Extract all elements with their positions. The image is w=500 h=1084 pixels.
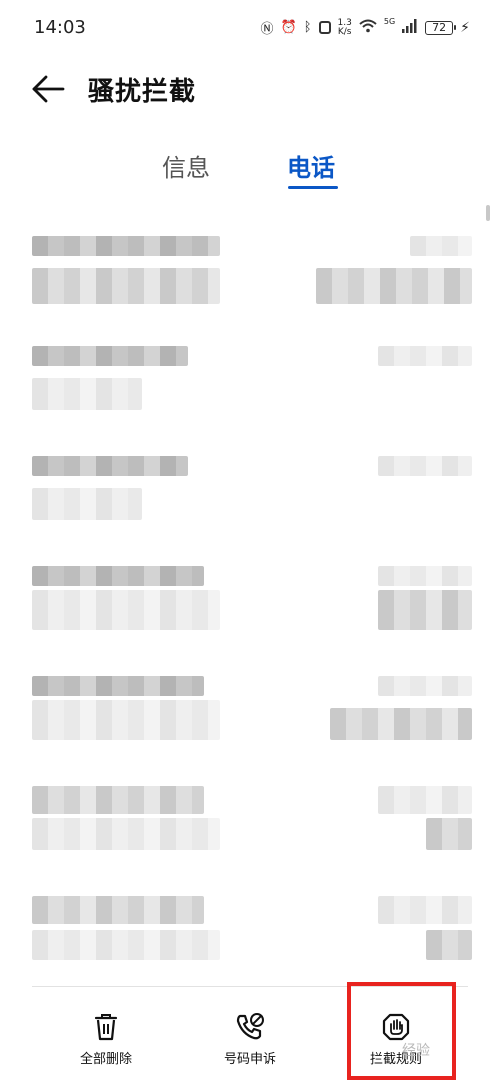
network-speed: 1.3 K/s bbox=[337, 18, 352, 37]
highlight-annotation bbox=[347, 982, 456, 1080]
status-icons: Ⓝ ⏰ ᛒ 1.3 K/s 5G 72 ⚡ bbox=[260, 17, 470, 37]
trash-icon bbox=[46, 1012, 166, 1042]
blurred-time bbox=[410, 236, 472, 256]
call-list-item[interactable] bbox=[0, 230, 500, 340]
tab-calls[interactable]: 电话 bbox=[287, 148, 335, 183]
call-list-item[interactable] bbox=[0, 670, 500, 780]
charging-icon: ⚡ bbox=[460, 19, 470, 36]
alarm-icon: ⏰ bbox=[280, 20, 297, 35]
status-time: 14:03 bbox=[34, 17, 86, 38]
wifi-icon bbox=[359, 19, 377, 37]
call-list-item[interactable] bbox=[0, 560, 500, 670]
blurred-detail bbox=[32, 488, 142, 520]
blurred-detail-right bbox=[378, 590, 472, 630]
blurred-detail-right bbox=[426, 930, 472, 960]
blurred-caller bbox=[32, 896, 204, 924]
blurred-time bbox=[378, 896, 472, 924]
blocked-call-list bbox=[0, 205, 500, 990]
watermark: 经验 bbox=[402, 1043, 430, 1059]
blurred-detail bbox=[32, 700, 220, 740]
blurred-time bbox=[378, 676, 472, 696]
number-appeal-label: 号码申诉 bbox=[223, 1052, 276, 1067]
blurred-caller bbox=[32, 786, 204, 814]
blurred-detail-right bbox=[316, 268, 472, 304]
delete-all-label: 全部删除 bbox=[79, 1052, 132, 1067]
blurred-time bbox=[378, 346, 472, 366]
blurred-time bbox=[378, 456, 472, 476]
blurred-detail bbox=[32, 378, 142, 410]
bluetooth-icon: ᛒ bbox=[303, 20, 312, 35]
blurred-caller bbox=[32, 566, 204, 586]
blurred-detail bbox=[32, 818, 220, 850]
delete-all-button[interactable]: 全部删除 bbox=[46, 1012, 166, 1072]
active-tab-indicator bbox=[288, 186, 338, 189]
call-list-item[interactable] bbox=[0, 890, 500, 990]
header: 骚扰拦截 bbox=[0, 60, 500, 120]
blurred-detail bbox=[32, 930, 220, 960]
number-appeal-button[interactable]: 号码申诉 bbox=[190, 1012, 310, 1072]
arrow-left-icon bbox=[30, 75, 66, 110]
vibrate-icon bbox=[318, 21, 331, 34]
tab-messages[interactable]: 信息 bbox=[162, 148, 210, 183]
blurred-caller bbox=[32, 676, 204, 696]
blurred-caller bbox=[32, 236, 220, 256]
nfc-icon: Ⓝ bbox=[260, 22, 274, 37]
blurred-detail bbox=[32, 268, 220, 304]
page-title: 骚扰拦截 bbox=[88, 77, 197, 107]
back-button[interactable] bbox=[30, 72, 70, 106]
blurred-time bbox=[378, 786, 472, 814]
blurred-detail-right bbox=[330, 708, 472, 740]
network-speed-unit: K/s bbox=[337, 26, 352, 37]
signal-icon bbox=[402, 18, 418, 37]
call-list-item[interactable] bbox=[0, 340, 500, 450]
battery-icon: 72 bbox=[425, 20, 457, 35]
battery-level: 72 bbox=[432, 20, 447, 34]
blurred-caller bbox=[32, 346, 188, 366]
call-list-item[interactable] bbox=[0, 780, 500, 890]
blurred-detail bbox=[32, 590, 220, 630]
status-bar: 14:03 Ⓝ ⏰ ᛒ 1.3 K/s 5G 72 ⚡ bbox=[0, 0, 500, 56]
tab-bar: 信息 电话 bbox=[0, 140, 500, 190]
blurred-detail-right bbox=[426, 818, 472, 850]
blurred-time bbox=[378, 566, 472, 586]
call-list-item[interactable] bbox=[0, 450, 500, 560]
network-type: 5G bbox=[383, 17, 396, 26]
blurred-caller bbox=[32, 456, 188, 476]
phone-appeal-icon bbox=[190, 1012, 310, 1042]
